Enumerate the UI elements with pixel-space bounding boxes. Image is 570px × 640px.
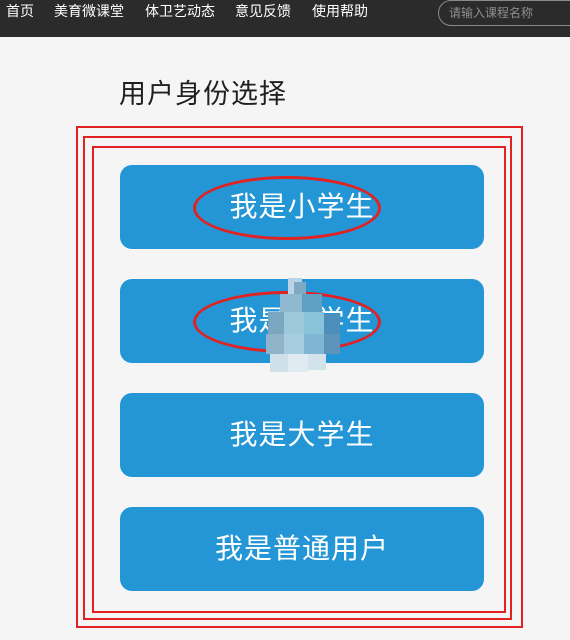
nav-item-feedback[interactable]: 意见反馈 (235, 3, 291, 21)
role-primary-student-button[interactable]: 我是小学生 (120, 165, 484, 249)
page-title: 用户身份选择 (119, 79, 287, 110)
top-nav-bar: 首页 美育微课堂 体卫艺动态 意见反馈 使用帮助 (0, 0, 570, 37)
nav-item-news[interactable]: 体卫艺动态 (145, 3, 215, 21)
search-box[interactable] (438, 0, 570, 26)
role-middle-school-student-button[interactable]: 我是中学生 (120, 279, 484, 363)
nav-item-art-micro-class[interactable]: 美育微课堂 (54, 3, 124, 21)
role-general-user-button[interactable]: 我是普通用户 (120, 507, 484, 591)
nav-item-home[interactable]: 首页 (6, 3, 34, 21)
role-university-student-button[interactable]: 我是大学生 (120, 393, 484, 477)
search-input[interactable] (449, 4, 570, 22)
nav-item-help[interactable]: 使用帮助 (312, 3, 368, 21)
